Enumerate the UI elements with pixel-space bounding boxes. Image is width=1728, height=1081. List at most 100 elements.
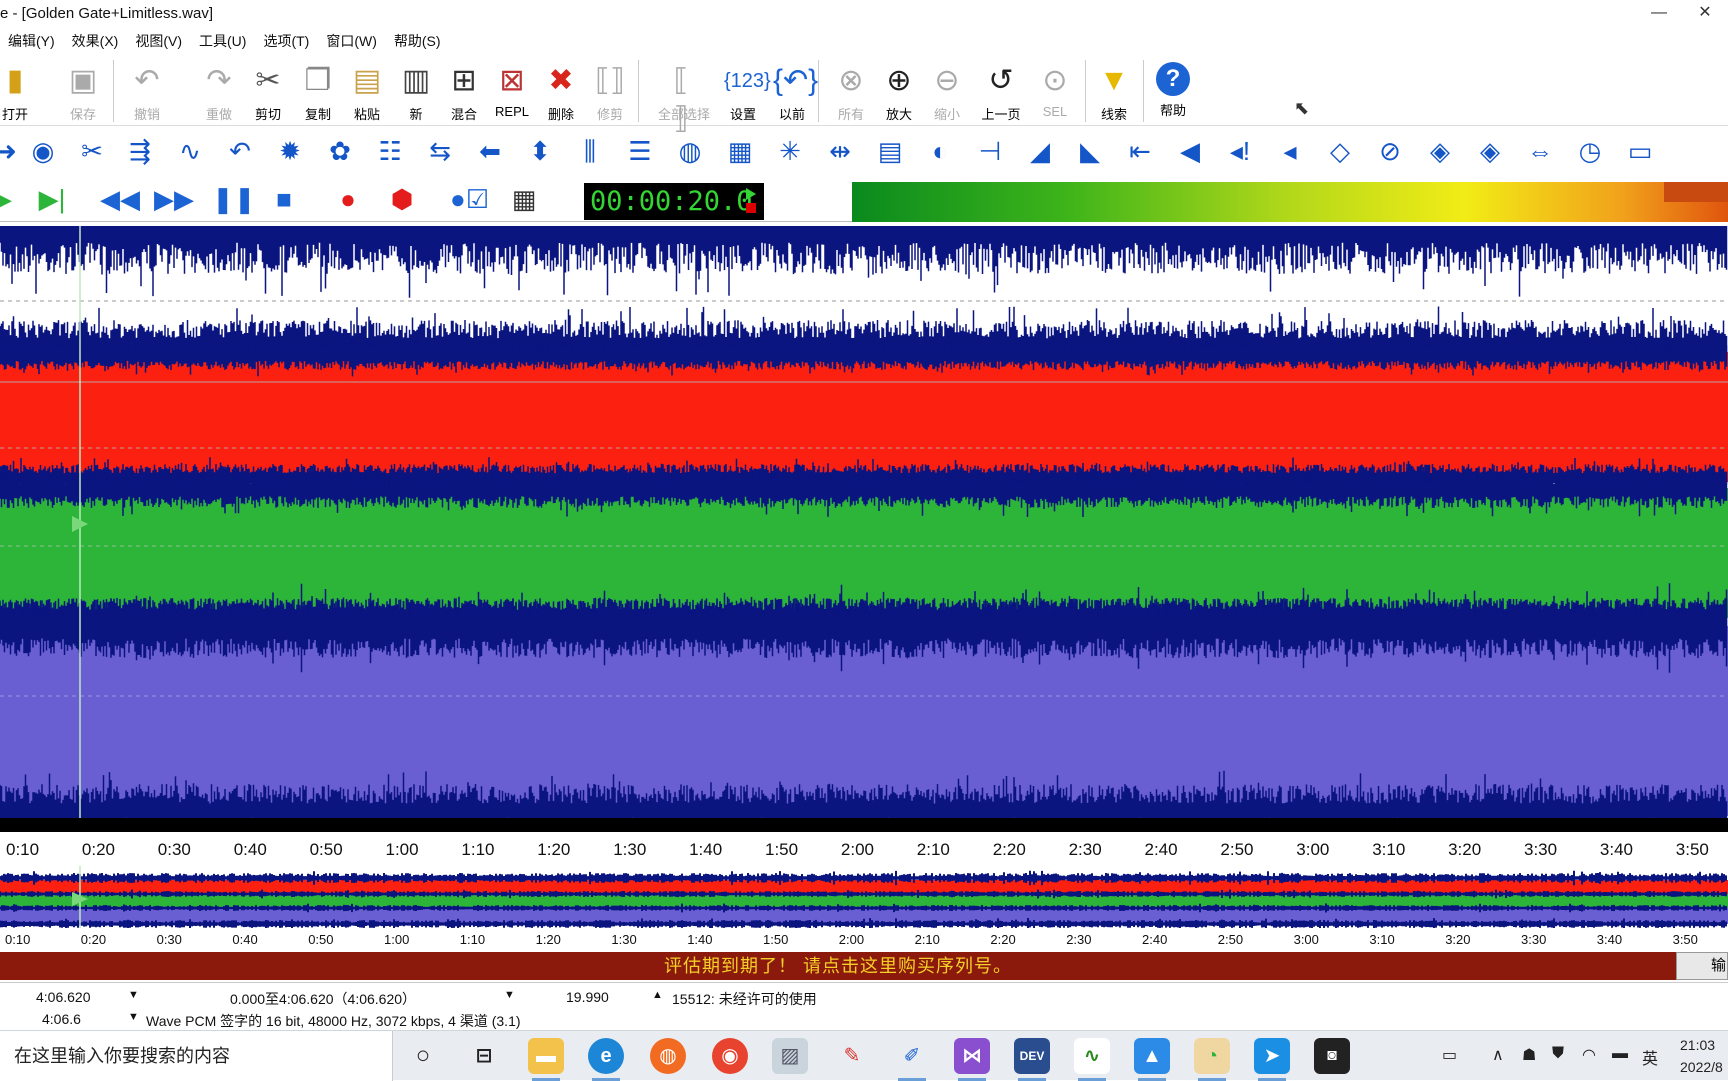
paste-button[interactable]: ▤ 粘贴: [344, 58, 390, 124]
feishu-icon[interactable]: ➤: [1254, 1038, 1290, 1081]
battery-icon[interactable]: ▬: [1612, 1045, 1628, 1063]
replace-button[interactable]: ⊠ REPL: [489, 58, 535, 124]
menu-help[interactable]: 帮助(S): [394, 31, 441, 51]
record-punch-icon[interactable]: ⬢: [384, 182, 420, 216]
waveform-view[interactable]: [0, 226, 1728, 818]
zoom-all-button[interactable]: ⊗ 所有: [828, 58, 874, 124]
minimize-button[interactable]: —: [1636, 0, 1682, 28]
record-icon[interactable]: ●: [330, 182, 366, 216]
chrome-icon[interactable]: ◉: [712, 1038, 748, 1074]
effect-icon[interactable]: ☷: [372, 133, 408, 169]
effect-icon[interactable]: ◐: [922, 133, 958, 169]
effect-icon[interactable]: ✿: [322, 133, 358, 169]
effect-icon[interactable]: ✹: [272, 133, 308, 169]
set-button[interactable]: {123} 设置: [720, 58, 771, 124]
open-button[interactable]: ▮ 打开: [0, 58, 38, 124]
effect-icon[interactable]: ✳: [772, 133, 808, 169]
taskbar-search-input[interactable]: 在这里输入你要搜索的内容: [0, 1031, 393, 1081]
cortana-icon[interactable]: ○: [405, 1038, 441, 1074]
effect-icon[interactable]: ✂: [74, 133, 110, 169]
effect-icon[interactable]: ⬅: [472, 133, 508, 169]
security-icon[interactable]: ⛊: [1552, 1045, 1564, 1063]
delete-button[interactable]: ✖ 删除: [538, 58, 584, 124]
overview-canvas[interactable]: [0, 866, 1728, 928]
menu-effects[interactable]: 效果(X): [72, 31, 119, 51]
select-all-button[interactable]: ⟦ ⟧ 全部选择: [658, 58, 710, 135]
effect-icon[interactable]: ◈: [1472, 133, 1508, 169]
zoom-selection-button[interactable]: ⊙ SEL: [1032, 58, 1078, 124]
effect-icon[interactable]: ◈: [1422, 133, 1458, 169]
save-button[interactable]: ▣ 保存: [60, 58, 106, 124]
effect-icon[interactable]: ⇤: [1122, 133, 1158, 169]
effect-icon[interactable]: ⇆: [422, 133, 458, 169]
effect-icon[interactable]: ⊣: [972, 133, 1008, 169]
effect-icon[interactable]: ◇: [1322, 133, 1358, 169]
effect-icon[interactable]: ∿: [172, 133, 208, 169]
firefox-icon[interactable]: ◍: [650, 1038, 686, 1074]
cue-button[interactable]: ▼ 线索: [1091, 58, 1137, 124]
task-view-icon[interactable]: ⊟: [466, 1038, 502, 1074]
image-viewer-icon[interactable]: ▨: [772, 1038, 808, 1074]
vector-app-icon[interactable]: ✐: [894, 1038, 930, 1081]
file-explorer-icon[interactable]: ▬: [528, 1038, 564, 1081]
wechat-icon[interactable]: ◔: [1194, 1038, 1230, 1081]
effect-icon[interactable]: ⇔: [1522, 133, 1558, 169]
stop-icon[interactable]: ■: [266, 182, 302, 216]
effect-icon[interactable]: ➜: [0, 133, 24, 169]
effect-icon[interactable]: ◀: [1172, 133, 1208, 169]
effect-icon[interactable]: ▤: [872, 133, 908, 169]
cut-button[interactable]: ✂ 剪切: [245, 58, 291, 124]
effect-icon[interactable]: ◂!: [1222, 133, 1258, 169]
view-dropdown-icon[interactable]: ▼: [128, 1011, 139, 1023]
play-to-end-icon[interactable]: ▶|: [34, 182, 70, 216]
photos-icon[interactable]: ▲: [1134, 1038, 1170, 1081]
wifi-icon[interactable]: ◠: [1582, 1045, 1596, 1065]
trim-button[interactable]: ⟦⟧ 修剪: [587, 58, 633, 124]
clock-icon[interactable]: ◷: [1572, 133, 1608, 169]
effect-icon[interactable]: ◍: [672, 133, 708, 169]
output-button[interactable]: 输: [1676, 952, 1728, 980]
effect-icon[interactable]: ☰: [622, 133, 658, 169]
effect-icon[interactable]: ▦: [722, 133, 758, 169]
mix-paste-button[interactable]: ⊞ 混合: [441, 58, 487, 124]
effect-icon[interactable]: ◉: [25, 133, 61, 169]
panel-icon[interactable]: ▦: [506, 182, 542, 216]
play-icon[interactable]: ▶: [0, 182, 20, 216]
waveform-canvas[interactable]: [0, 226, 1728, 818]
qq-icon[interactable]: ☗: [1522, 1045, 1536, 1065]
selection-dropdown-icon[interactable]: ▼: [504, 989, 515, 1001]
new-button[interactable]: ▥ 新: [393, 58, 439, 124]
help-button[interactable]: ? 帮助: [1150, 58, 1196, 124]
redo-button[interactable]: ↷ 重做: [196, 58, 242, 124]
zoom-previous-button[interactable]: ↺ 上一页: [978, 58, 1024, 124]
menu-window[interactable]: 窗口(W): [326, 31, 377, 51]
rewind-icon[interactable]: ◀◀: [100, 182, 140, 216]
system-clock[interactable]: 21:03 2022/8: [1680, 1034, 1728, 1078]
timeline-ruler[interactable]: 0:10 0:20 0:30 0:40 0:50 1:00 1:10 1:20 1:30 1:40…: [0, 832, 1728, 866]
fast-forward-icon[interactable]: ▶▶: [154, 182, 194, 216]
dev-tool-icon[interactable]: DEV: [1014, 1038, 1050, 1081]
effect-icon[interactable]: ◣: [1072, 133, 1108, 169]
notification-icon[interactable]: ▭: [1442, 1045, 1457, 1065]
audio-editor-icon[interactable]: ∿: [1074, 1038, 1110, 1081]
effect-icon[interactable]: ⇶: [122, 133, 158, 169]
drawing-tool-icon[interactable]: ✎: [834, 1038, 870, 1074]
close-button[interactable]: ✕: [1682, 0, 1728, 28]
effect-icon[interactable]: ⇹: [822, 133, 858, 169]
pause-icon[interactable]: ❚❚: [212, 182, 256, 216]
effect-icon[interactable]: ⬍: [522, 133, 558, 169]
edge-icon[interactable]: e: [588, 1038, 624, 1081]
effect-icon[interactable]: ⫼: [572, 133, 608, 169]
menu-tools[interactable]: 工具(U): [199, 31, 246, 51]
overview-waveform[interactable]: [0, 866, 1728, 928]
menu-edit[interactable]: 编辑(Y): [8, 31, 55, 51]
menu-options[interactable]: 选项(T): [263, 31, 309, 51]
visual-studio-icon[interactable]: ⋈: [954, 1038, 990, 1081]
game-icon[interactable]: ◙: [1314, 1038, 1350, 1074]
effect-icon[interactable]: ▭: [1622, 133, 1658, 169]
monitor-icon[interactable]: ●☑: [450, 182, 489, 216]
tray-up-arrow-icon[interactable]: ∧: [1492, 1045, 1504, 1065]
ime-indicator[interactable]: 英: [1642, 1045, 1658, 1069]
position-dropdown-icon[interactable]: ▲: [652, 989, 663, 1001]
zoom-in-button[interactable]: ⊕ 放大: [876, 58, 922, 124]
